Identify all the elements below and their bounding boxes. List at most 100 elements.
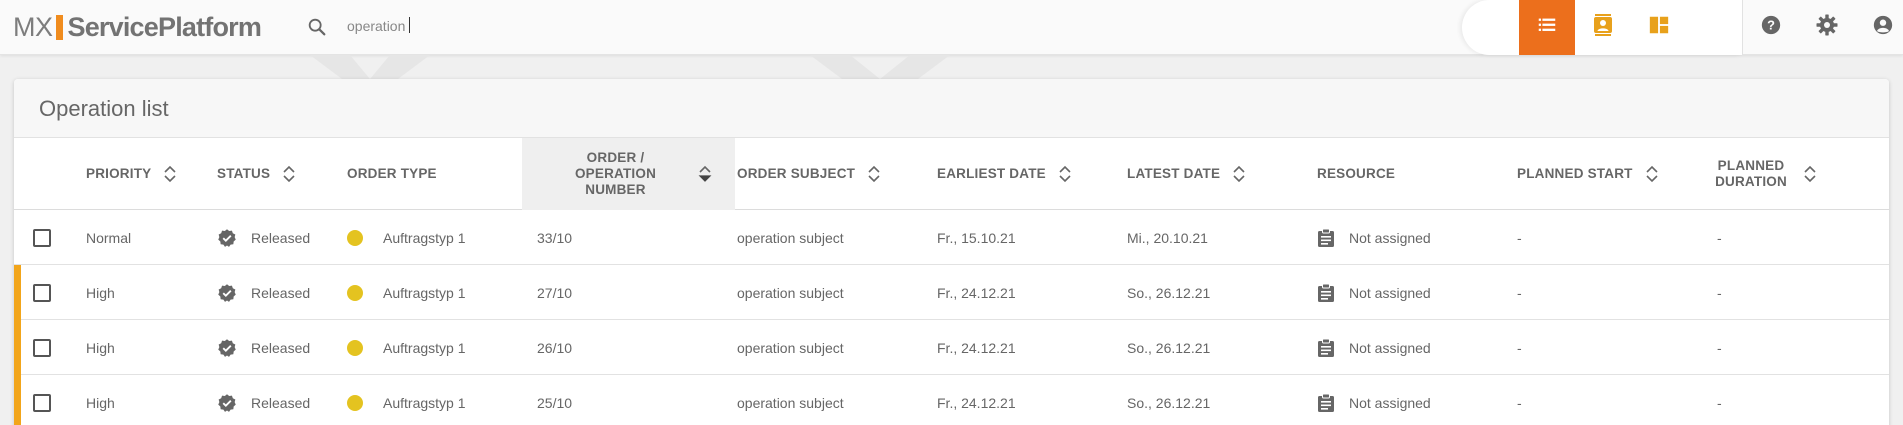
resource-cell: Not assigned bbox=[1317, 320, 1431, 375]
earliest-date-cell: Fr., 24.12.21 bbox=[937, 320, 1016, 375]
search-icon[interactable] bbox=[306, 16, 328, 38]
column-header-number[interactable]: ORDER / OPERATION NUMBER bbox=[522, 138, 735, 210]
order-number-value: 27/10 bbox=[537, 284, 573, 301]
table-row[interactable]: High Released Auftragstyp 1 25/10 operat… bbox=[14, 375, 1889, 425]
order-type-dot bbox=[347, 394, 363, 411]
planned-duration-cell: - bbox=[1717, 375, 1722, 425]
column-label: EARLIEST DATE bbox=[937, 166, 1046, 181]
help-button[interactable]: ? bbox=[1758, 14, 1784, 40]
sort-icon[interactable] bbox=[867, 165, 881, 183]
planned-duration-value: - bbox=[1717, 339, 1722, 356]
row-select[interactable] bbox=[33, 265, 51, 320]
earliest-date-value: Fr., 24.12.21 bbox=[937, 339, 1016, 356]
high-priority-marker bbox=[14, 375, 21, 425]
planned-start-cell: - bbox=[1517, 320, 1522, 375]
column-label: PRIORITY bbox=[86, 166, 152, 181]
status-value: Released bbox=[251, 339, 311, 356]
operation-list-card: Operation list PRIORITY STATUS ORDER TYP… bbox=[14, 79, 1889, 425]
logo-accent-bar bbox=[55, 14, 63, 40]
order-number-value: 26/10 bbox=[537, 339, 573, 356]
list-view-button[interactable] bbox=[1519, 0, 1575, 55]
contact-card-icon bbox=[1592, 13, 1614, 42]
resource-cell: Not assigned bbox=[1317, 210, 1431, 265]
sort-icon-active[interactable] bbox=[698, 165, 712, 183]
sort-icon[interactable] bbox=[1058, 165, 1072, 183]
order-type-dot bbox=[347, 229, 363, 246]
status-cell: Released bbox=[217, 320, 310, 375]
column-header-status[interactable]: STATUS bbox=[217, 138, 296, 210]
logo-prefix: MX bbox=[13, 11, 53, 42]
high-priority-marker bbox=[14, 320, 21, 375]
resource-value: Not assigned bbox=[1349, 229, 1431, 246]
order-type-dot bbox=[347, 284, 363, 301]
row-checkbox[interactable] bbox=[33, 228, 51, 247]
account-button[interactable] bbox=[1870, 14, 1896, 40]
assignment-icon bbox=[1317, 393, 1335, 413]
resource-value: Not assigned bbox=[1349, 284, 1431, 301]
row-select[interactable] bbox=[33, 375, 51, 425]
settings-button[interactable] bbox=[1814, 14, 1840, 40]
number-cell: 27/10 bbox=[537, 265, 572, 320]
latest-date-cell: So., 26.12.21 bbox=[1127, 320, 1210, 375]
text-caret bbox=[409, 17, 410, 33]
column-header-planned-duration[interactable]: PLANNED DURATION bbox=[1711, 138, 1817, 210]
priority-cell: High bbox=[86, 375, 115, 425]
logo-name: ServicePlatform bbox=[67, 11, 262, 42]
sort-icon[interactable] bbox=[163, 165, 177, 183]
sort-icon[interactable] bbox=[1645, 165, 1659, 183]
column-header-latest-date[interactable]: LATEST DATE bbox=[1127, 138, 1246, 210]
search-input[interactable] bbox=[347, 14, 747, 38]
planned-duration-cell: - bbox=[1717, 210, 1722, 265]
number-cell: 25/10 bbox=[537, 375, 572, 425]
column-header-earliest-date[interactable]: EARLIEST DATE bbox=[937, 138, 1072, 210]
order-type-cell: Auftragstyp 1 bbox=[347, 265, 466, 320]
planned-start-cell: - bbox=[1517, 210, 1522, 265]
row-select[interactable] bbox=[33, 210, 51, 265]
latest-date-cell: So., 26.12.21 bbox=[1127, 375, 1210, 425]
column-header-priority[interactable]: PRIORITY bbox=[86, 138, 177, 210]
column-header-resource: RESOURCE bbox=[1317, 138, 1395, 210]
row-checkbox[interactable] bbox=[33, 338, 51, 357]
high-priority-marker bbox=[14, 265, 21, 320]
order-number-value: 25/10 bbox=[537, 394, 573, 411]
subject-cell: operation subject bbox=[737, 375, 844, 425]
column-label: LATEST DATE bbox=[1127, 166, 1221, 181]
help-icon: ? bbox=[1760, 14, 1782, 41]
earliest-date-cell: Fr., 15.10.21 bbox=[937, 210, 1016, 265]
toolbar-divider bbox=[1742, 0, 1743, 55]
order-type-value: Auftragstyp 1 bbox=[383, 284, 466, 301]
planned-start-cell: - bbox=[1517, 265, 1522, 320]
table-row[interactable]: Normal Released Auftragstyp 1 33/10 oper… bbox=[14, 210, 1889, 265]
order-type-value: Auftragstyp 1 bbox=[383, 339, 466, 356]
top-bar: MX ServicePlatform ? bbox=[0, 0, 1903, 55]
table-header: PRIORITY STATUS ORDER TYPE ORDER / OPERA… bbox=[14, 138, 1889, 210]
contact-view-button[interactable] bbox=[1575, 0, 1631, 55]
column-label: ORDER TYPE bbox=[347, 166, 437, 181]
priority-value: Normal bbox=[86, 229, 132, 246]
table-row[interactable]: High Released Auftragstyp 1 27/10 operat… bbox=[14, 265, 1889, 320]
column-label: STATUS bbox=[217, 166, 271, 181]
column-header-planned-start[interactable]: PLANNED START bbox=[1517, 138, 1659, 210]
app-logo[interactable]: MX ServicePlatform bbox=[13, 11, 262, 42]
sort-icon[interactable] bbox=[1803, 165, 1817, 183]
earliest-date-value: Fr., 15.10.21 bbox=[937, 229, 1016, 246]
status-value: Released bbox=[251, 394, 311, 411]
row-checkbox[interactable] bbox=[33, 283, 51, 302]
column-header-subject[interactable]: ORDER SUBJECT bbox=[737, 138, 881, 210]
sort-icon[interactable] bbox=[1232, 165, 1246, 183]
order-type-value: Auftragstyp 1 bbox=[383, 394, 466, 411]
resource-value: Not assigned bbox=[1349, 394, 1431, 411]
column-label: ORDER SUBJECT bbox=[737, 166, 856, 181]
status-cell: Released bbox=[217, 210, 310, 265]
sort-icon[interactable] bbox=[282, 165, 296, 183]
row-checkbox[interactable] bbox=[33, 393, 51, 412]
earliest-date-value: Fr., 24.12.21 bbox=[937, 394, 1016, 411]
dashboard-view-button[interactable] bbox=[1631, 0, 1687, 55]
latest-date-value: So., 26.12.21 bbox=[1127, 339, 1211, 356]
planned-start-value: - bbox=[1517, 339, 1522, 356]
latest-date-cell: Mi., 20.10.21 bbox=[1127, 210, 1208, 265]
priority-value: High bbox=[86, 284, 115, 301]
table-row[interactable]: High Released Auftragstyp 1 26/10 operat… bbox=[14, 320, 1889, 375]
row-select[interactable] bbox=[33, 320, 51, 375]
account-icon bbox=[1872, 14, 1894, 41]
